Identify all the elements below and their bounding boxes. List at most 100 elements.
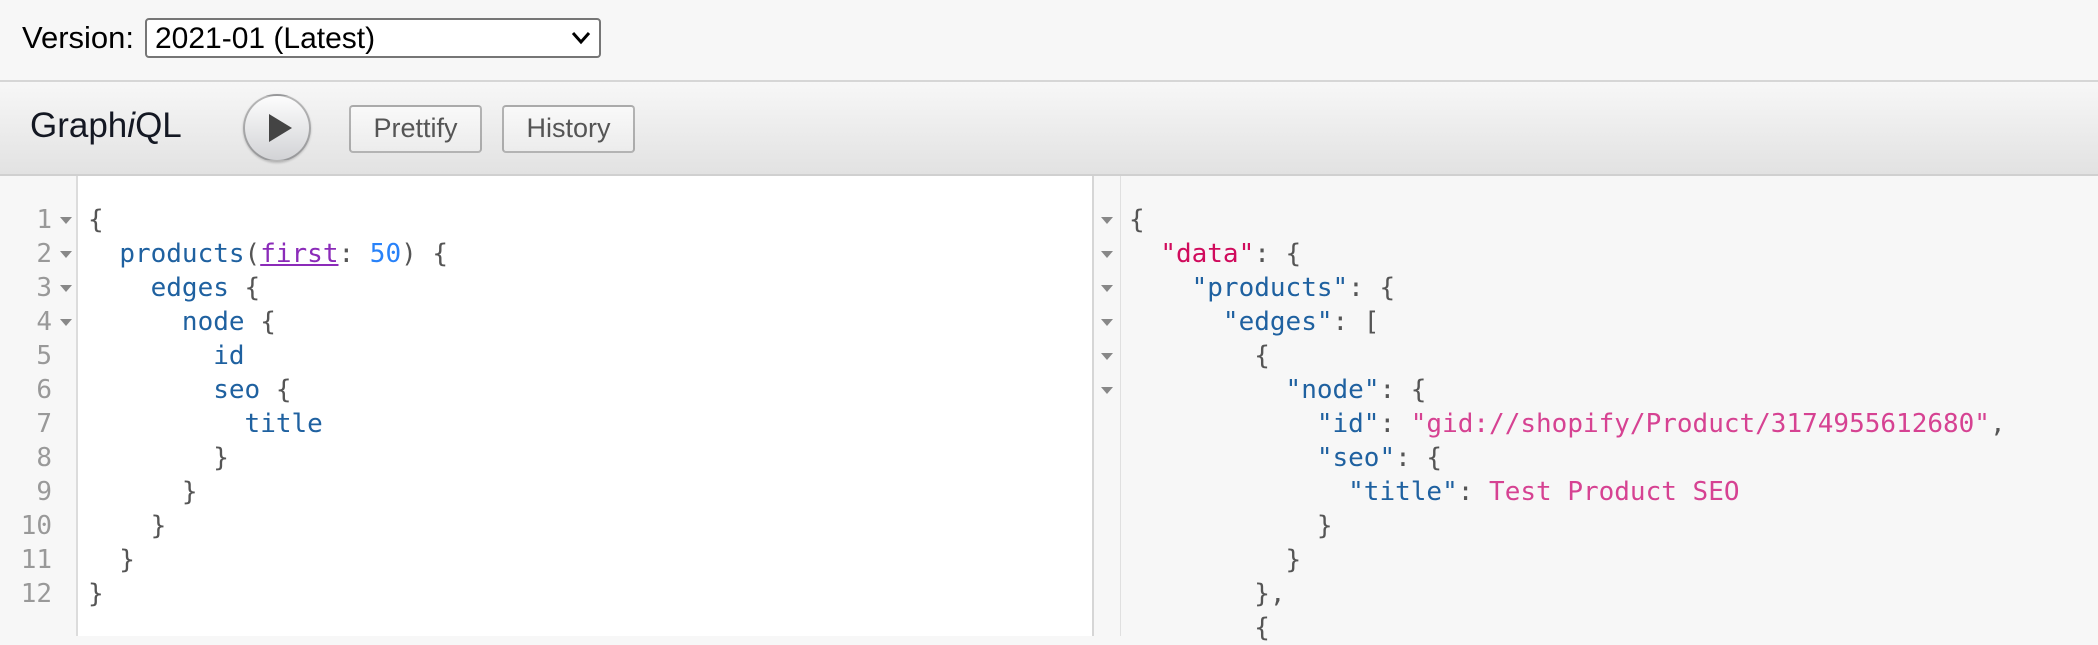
code-line: {	[1129, 339, 1270, 373]
code-token: :	[1379, 409, 1411, 439]
play-icon	[269, 114, 292, 142]
code-line: "data": {	[1129, 237, 1301, 271]
code-token: {	[260, 375, 292, 405]
code-token: "node"	[1285, 375, 1380, 405]
fold-icon[interactable]	[60, 251, 72, 258]
fold-icon[interactable]	[60, 285, 72, 292]
result-gutter	[1094, 176, 1121, 636]
line-number: 4	[36, 307, 52, 337]
fold-icon[interactable]	[1101, 217, 1113, 224]
code-line: "products": {	[1129, 271, 1396, 305]
code-line: node {	[88, 305, 276, 339]
code-token: }	[1129, 511, 1333, 541]
line-number: 1	[36, 205, 52, 235]
code-line: }	[88, 509, 167, 543]
version-label: Version:	[22, 20, 135, 55]
code-line: "title": Test Product SEO	[1129, 475, 1740, 509]
code-token: }	[1129, 545, 1302, 575]
line-number: 2	[36, 239, 52, 269]
code-line: },	[1129, 577, 1286, 611]
line-number: 5	[36, 341, 52, 371]
code-token: "edges"	[1222, 307, 1333, 337]
line-number: 10	[20, 511, 52, 541]
code-line: {	[1129, 203, 1145, 237]
code-token: node	[181, 307, 245, 337]
code-token: ) {	[401, 239, 449, 269]
chevron-down-icon	[571, 32, 591, 45]
code-token: title	[244, 409, 323, 439]
code-line: }	[88, 441, 229, 475]
code-token: : {	[1348, 273, 1396, 303]
code-token: {	[1129, 613, 1270, 643]
line-number: 12	[20, 579, 52, 609]
code-line: edges {	[88, 271, 261, 305]
code-token: }	[88, 443, 229, 473]
code-token: :	[1457, 477, 1490, 507]
line-number: 8	[36, 443, 52, 473]
code-token: }	[88, 545, 135, 575]
code-token: }	[88, 511, 167, 541]
code-token: (	[244, 239, 261, 269]
code-token: "products"	[1191, 273, 1349, 303]
code-line: id	[88, 339, 245, 373]
code-token: edges	[150, 273, 229, 303]
query-editor[interactable]: 1 2 3 4 5 6 7 8 9 10 11 12 { products(first: 50) { …	[0, 176, 1092, 636]
code-line: title	[88, 407, 323, 441]
code-line: "edges": [	[1129, 305, 1380, 339]
code-token: first	[260, 239, 339, 269]
line-number: 11	[20, 545, 52, 575]
code-token: Test Product SEO	[1489, 477, 1740, 507]
code-token: }	[88, 477, 198, 507]
version-select-value: 2021-01 (Latest)	[155, 22, 376, 55]
history-button[interactable]: History	[502, 105, 635, 153]
code-token: "seo"	[1316, 443, 1396, 473]
code-token: "data"	[1160, 239, 1255, 269]
execute-query-button[interactable]	[243, 94, 311, 162]
code-token: {	[1129, 341, 1270, 371]
code-line: }	[1129, 509, 1333, 543]
code-line: "seo": {	[1129, 441, 1442, 475]
code-token: id	[213, 341, 245, 371]
code-line: }	[88, 577, 104, 611]
code-token: products	[119, 239, 245, 269]
code-token: "gid://shopify/Product/3174955612680"	[1410, 409, 1990, 439]
result-viewer: { "data": { "products": { "edges": [ { "…	[1094, 176, 2098, 643]
code-token: : {	[1379, 375, 1427, 405]
fold-icon[interactable]	[1101, 353, 1113, 360]
code-line: }	[88, 543, 135, 577]
code-token: },	[1129, 579, 1286, 609]
code-line: "id": "gid://shopify/Product/31749556126…	[1129, 407, 2006, 441]
code-token: "id"	[1316, 409, 1380, 439]
code-line: }	[88, 475, 198, 509]
fold-icon[interactable]	[60, 217, 72, 224]
fold-icon[interactable]	[1101, 285, 1113, 292]
graphiql-title: GraphiQL	[30, 106, 182, 145]
fold-icon[interactable]	[1101, 251, 1113, 258]
code-token: :	[338, 239, 370, 269]
fold-icon[interactable]	[60, 319, 72, 326]
line-number: 3	[36, 273, 52, 303]
code-line: {	[1129, 611, 1270, 645]
line-number: 7	[36, 409, 52, 439]
version-select[interactable]: 2021-01 (Latest)	[145, 18, 601, 58]
code-line: }	[1129, 543, 1302, 577]
code-token: {	[244, 307, 276, 337]
prettify-button[interactable]: Prettify	[349, 105, 482, 153]
code-line: seo {	[88, 373, 292, 407]
line-number: 9	[36, 477, 52, 507]
code-token: : {	[1395, 443, 1443, 473]
code-token: : [	[1332, 307, 1380, 337]
fold-icon[interactable]	[1101, 319, 1113, 326]
code-token: {	[1129, 205, 1145, 235]
code-token: : {	[1254, 239, 1302, 269]
fold-icon[interactable]	[1101, 387, 1113, 394]
toolbar: GraphiQL Prettify History	[0, 82, 2098, 176]
